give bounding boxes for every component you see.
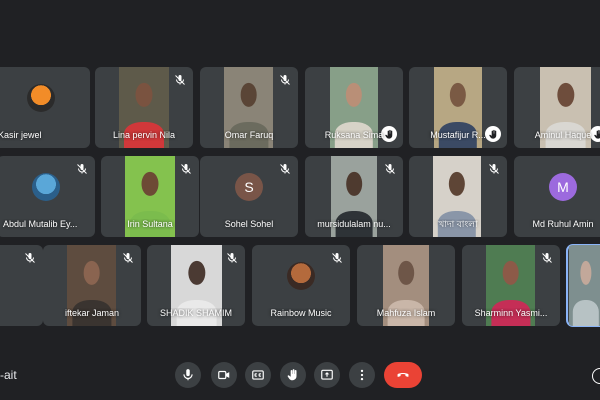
camera-icon xyxy=(217,368,231,382)
participant-face xyxy=(187,260,206,285)
present-button[interactable] xyxy=(314,362,340,388)
participant-tile[interactable]: Kasir jewel xyxy=(0,67,90,148)
present-screen-icon xyxy=(320,368,334,382)
mic-muted-icon xyxy=(226,251,238,263)
participant-face xyxy=(135,82,153,107)
avatar: M xyxy=(549,172,577,201)
participant-name: Sharminn Yasmi... xyxy=(474,308,548,318)
participant-name: SHADIK SHAMIM xyxy=(159,308,232,318)
microphone-icon xyxy=(181,368,195,382)
participant-tile[interactable] xyxy=(0,245,43,326)
participant-face xyxy=(345,82,363,107)
participant-tile[interactable]: SHADIK SHAMIM xyxy=(147,245,245,326)
participant-name: Lina pervin Nila xyxy=(112,130,176,140)
participant-name: Rainbow Music xyxy=(270,308,332,318)
participant-name: Ruksana Sima xyxy=(324,130,384,140)
participant-tile[interactable]: You xyxy=(566,244,600,327)
more-options-icon xyxy=(355,368,369,382)
mic-muted-icon xyxy=(174,73,186,85)
participant-tile[interactable]: Sharminn Yasmi... xyxy=(462,245,560,326)
participant-face xyxy=(556,82,575,107)
participant-face xyxy=(448,171,466,196)
participant-name: Mustafijur R... xyxy=(430,130,486,140)
participant-tile[interactable]: mursidulalam nu... xyxy=(305,156,403,237)
avatar xyxy=(287,261,315,290)
participant-name: Md Ruhul Amin xyxy=(532,219,594,229)
mic-muted-icon xyxy=(122,251,134,263)
meeting-info-icon[interactable] xyxy=(592,368,600,384)
participant-face xyxy=(449,82,467,107)
participant-tile[interactable]: Ruksana Sima xyxy=(305,67,403,148)
participant-name: Omar Faruq xyxy=(224,130,274,140)
more-button[interactable] xyxy=(349,362,375,388)
participant-tile[interactable]: Rainbow Music xyxy=(252,245,350,326)
participant-name: Mahfuza Islam xyxy=(376,308,436,318)
mic-muted-icon xyxy=(24,251,36,263)
participant-face xyxy=(579,260,592,285)
leave-button[interactable] xyxy=(384,362,422,388)
participant-tile[interactable]: Mustafijur R... xyxy=(409,67,507,148)
participant-name: খাদা বাংলা xyxy=(438,219,478,229)
participant-tile[interactable]: খাদা বাংলা xyxy=(409,156,507,237)
participant-face xyxy=(502,260,519,285)
mic-muted-icon xyxy=(279,73,291,85)
avatar: S xyxy=(235,172,263,201)
participant-name: Abdul Mutalib Ey... xyxy=(3,219,78,229)
meeting-stage: Kasir jewel Lina pervin Nila Omar Faruq Ruk… xyxy=(0,0,600,400)
participant-tile[interactable]: M Md Ruhul Amin xyxy=(514,156,600,237)
raise-hand-icon xyxy=(286,368,300,382)
participant-face xyxy=(141,171,159,196)
mic-muted-icon xyxy=(279,162,291,174)
participant-name: mursidulalam nu... xyxy=(317,219,391,229)
participant-face xyxy=(398,260,414,285)
camera-button[interactable] xyxy=(211,362,237,388)
mic-muted-icon xyxy=(331,251,343,263)
end-call-icon xyxy=(395,367,411,383)
mic-muted-icon xyxy=(180,162,192,174)
participant-tile[interactable]: Aminul Haque xyxy=(514,67,600,148)
participant-face xyxy=(240,82,257,107)
participant-name: Aminul Haque xyxy=(534,130,592,140)
mic-muted-icon xyxy=(541,251,553,263)
participant-tile[interactable]: Lina pervin Nila xyxy=(95,67,193,148)
captions-button[interactable] xyxy=(245,362,271,388)
participant-name: Sohel Sohel xyxy=(224,219,274,229)
raise-hand-button[interactable] xyxy=(280,362,306,388)
mic-button[interactable] xyxy=(175,362,201,388)
participant-tile[interactable]: Mahfuza Islam xyxy=(357,245,455,326)
mic-muted-icon xyxy=(488,162,500,174)
participant-face xyxy=(83,260,100,285)
participant-tile[interactable]: Irin Sultana xyxy=(101,156,199,237)
participant-name: Irin Sultana xyxy=(127,219,173,229)
participant-face xyxy=(346,171,362,196)
avatar xyxy=(27,83,55,112)
participant-tile[interactable]: Abdul Mutalib Ey... xyxy=(0,156,95,237)
participant-tile[interactable]: S Sohel Sohel xyxy=(200,156,298,237)
avatar xyxy=(32,172,60,201)
participant-name: iftekar Jaman xyxy=(64,308,120,318)
participant-name: You xyxy=(567,308,600,319)
participant-name: Kasir jewel xyxy=(0,130,42,140)
meeting-code: -ait xyxy=(0,368,17,382)
mic-muted-icon xyxy=(76,162,88,174)
mic-muted-icon xyxy=(384,162,396,174)
captions-icon xyxy=(251,368,265,382)
participant-tile[interactable]: iftekar Jaman xyxy=(43,245,141,326)
participant-tile[interactable]: Omar Faruq xyxy=(200,67,298,148)
